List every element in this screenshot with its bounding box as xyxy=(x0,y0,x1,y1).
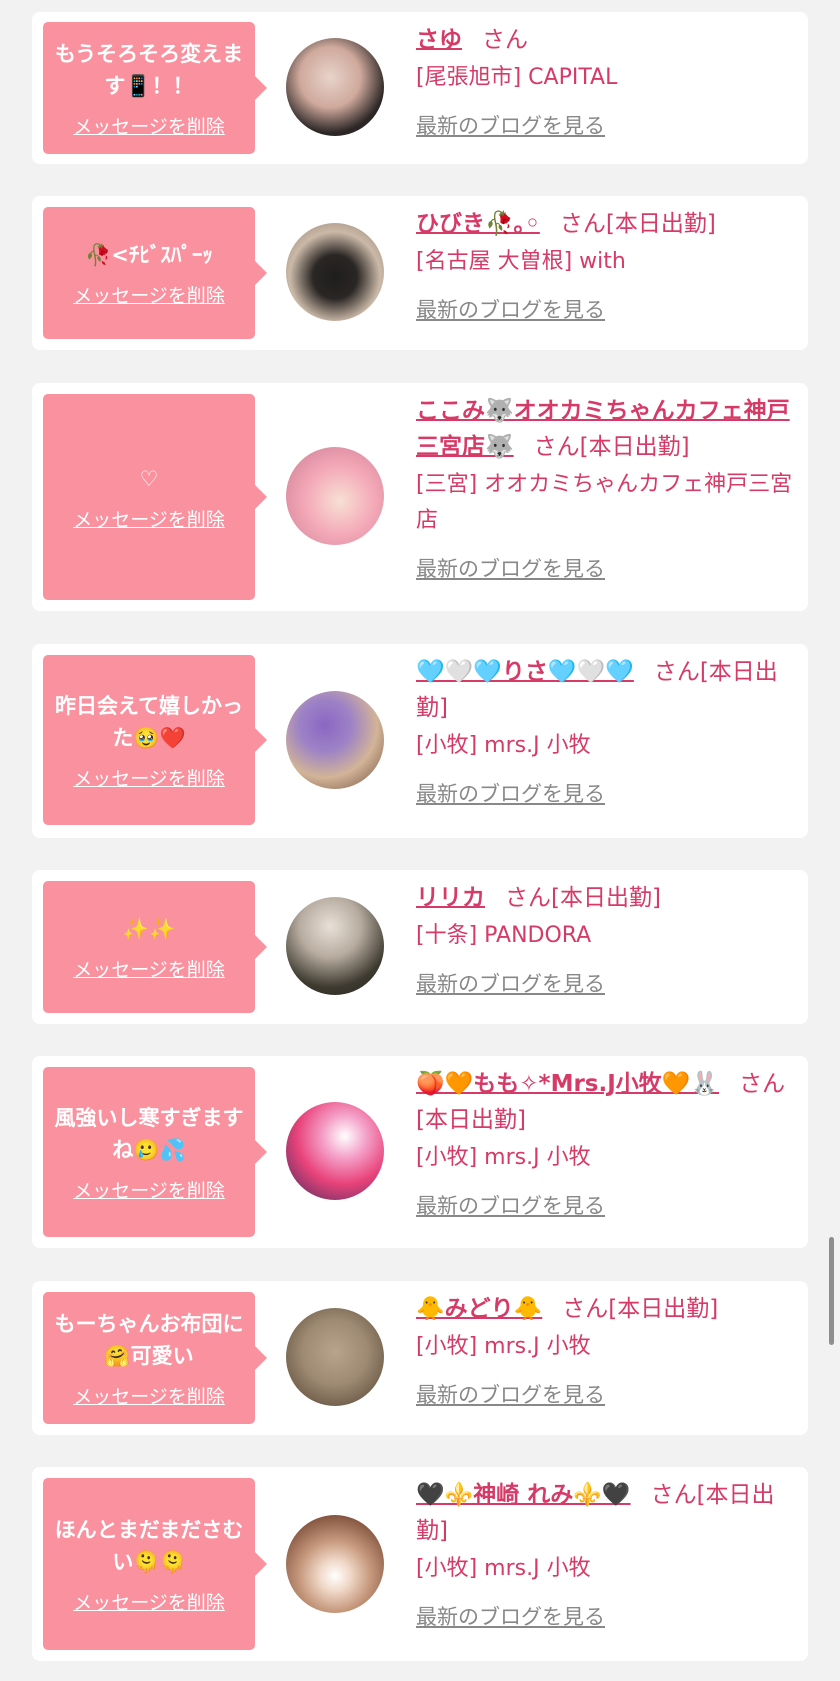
message-text: 風強いし寒すぎますね🥲💦 xyxy=(54,1105,244,1162)
favorite-card: もうそろそろ変えます📱！！ メッセージを削除 さゆ さん [尾張旭市] CAPIT… xyxy=(32,12,808,164)
cast-name-link[interactable]: ひびき🥀｡◦ xyxy=(416,211,540,237)
cast-suffix: さん[本日出勤] xyxy=(533,434,690,460)
delete-message-link[interactable]: メッセージを削除 xyxy=(73,764,225,791)
cast-name-link[interactable]: 🐥みどり🐥 xyxy=(416,1296,542,1322)
cast-suffix: さん xyxy=(482,27,528,53)
delete-message-link[interactable]: メッセージを削除 xyxy=(73,1382,225,1409)
shop-label: [小牧] mrs.J 小牧 xyxy=(416,733,591,758)
latest-blog-link[interactable]: 最新のブログを見る xyxy=(416,553,605,583)
cast-name-link[interactable]: リリカ xyxy=(416,885,485,911)
favorite-card: もーちゃんお布団に🤗可愛い メッセージを削除 🐥みどり🐥 さん[本日出勤] [小牧… xyxy=(32,1281,808,1435)
favorite-card: ♡ メッセージを削除 ここみ🐺オオカミちゃんカフェ神戸三宮店🐺 さん[本日出勤] … xyxy=(32,383,808,611)
favorite-card: 🥀<ﾁﾋﾞｽﾊﾟｰｯ メッセージを削除 ひびき🥀｡◦ さん[本日出勤] [名古屋 … xyxy=(32,196,808,350)
favorite-card: ✨✨ メッセージを削除 リリカ さん[本日出勤] [十条] PANDORA 最新の… xyxy=(32,870,808,1024)
cast-info: 🐥みどり🐥 さん[本日出勤] [小牧] mrs.J 小牧 最新のブログを見る xyxy=(416,1291,796,1409)
latest-blog-link[interactable]: 最新のブログを見る xyxy=(416,1190,605,1220)
message-text: もうそろそろ変えます📱！！ xyxy=(54,41,244,98)
name-line: リリカ さん[本日出勤] xyxy=(416,880,796,916)
name-line: ここみ🐺オオカミちゃんカフェ神戸三宮店🐺 さん[本日出勤] xyxy=(416,393,796,465)
cast-suffix: さん[本日出勤] xyxy=(562,1296,719,1322)
delete-message-link[interactable]: メッセージを削除 xyxy=(73,1176,225,1203)
cast-name-link[interactable]: 🍑🧡もも✧*Mrs.J小牧🧡🐰 xyxy=(416,1071,719,1097)
cast-name-link[interactable]: 🖤⚜️神崎 れみ⚜️🖤 xyxy=(416,1482,631,1508)
delete-message-link[interactable]: メッセージを削除 xyxy=(73,281,225,308)
latest-blog-link[interactable]: 最新のブログを見る xyxy=(416,1601,605,1631)
avatar[interactable] xyxy=(286,1308,384,1406)
favorite-card: 昨日会えて嬉しかった🥹❤️ メッセージを削除 🩵🤍🩵りさ🩵🤍🩵 さん[本日出勤] … xyxy=(32,644,808,838)
message-text: ✨✨ xyxy=(122,916,176,941)
cast-info: 🩵🤍🩵りさ🩵🤍🩵 さん[本日出勤] [小牧] mrs.J 小牧 最新のブログを見る xyxy=(416,654,796,808)
message-bubble: 昨日会えて嬉しかった🥹❤️ メッセージを削除 xyxy=(43,655,267,825)
cast-info: 🖤⚜️神崎 れみ⚜️🖤 さん[本日出勤] [小牧] mrs.J 小牧 最新のブログ… xyxy=(416,1477,796,1631)
name-line: さゆ さん xyxy=(416,22,796,58)
cast-info: さゆ さん [尾張旭市] CAPITAL 最新のブログを見る xyxy=(416,22,796,140)
message-bubble: ほんとまだまださむい🫠🫠 メッセージを削除 xyxy=(43,1478,267,1650)
message-bubble: もーちゃんお布団に🤗可愛い メッセージを削除 xyxy=(43,1292,267,1424)
avatar[interactable] xyxy=(286,447,384,545)
cast-name-link[interactable]: 🩵🤍🩵りさ🩵🤍🩵 xyxy=(416,659,634,685)
avatar[interactable] xyxy=(286,897,384,995)
name-line: 🍑🧡もも✧*Mrs.J小牧🧡🐰 さん[本日出勤] xyxy=(416,1066,796,1138)
name-line: 🖤⚜️神崎 れみ⚜️🖤 さん[本日出勤] xyxy=(416,1477,796,1549)
message-bubble: ✨✨ メッセージを削除 xyxy=(43,881,267,1013)
shop-label: [小牧] mrs.J 小牧 xyxy=(416,1145,591,1170)
cast-info: ひびき🥀｡◦ さん[本日出勤] [名古屋 大曽根] with 最新のブログを見る xyxy=(416,206,796,324)
latest-blog-link[interactable]: 最新のブログを見る xyxy=(416,1379,605,1409)
shop-label: [小牧] mrs.J 小牧 xyxy=(416,1334,591,1359)
shop-label: [小牧] mrs.J 小牧 xyxy=(416,1556,591,1581)
shop-label: [名古屋 大曽根] with xyxy=(416,249,626,274)
shop-label: [三宮] オオカミちゃんカフェ神戸三宮店 xyxy=(416,472,793,533)
message-text: 昨日会えて嬉しかった🥹❤️ xyxy=(55,693,243,750)
message-text: 🥀<ﾁﾋﾞｽﾊﾟｰｯ xyxy=(85,242,213,267)
cast-suffix: さん[本日出勤] xyxy=(559,211,716,237)
latest-blog-link[interactable]: 最新のブログを見る xyxy=(416,778,605,808)
name-line: ひびき🥀｡◦ さん[本日出勤] xyxy=(416,206,796,242)
message-bubble: 風強いし寒すぎますね🥲💦 メッセージを削除 xyxy=(43,1067,267,1237)
shop-label: [尾張旭市] CAPITAL xyxy=(416,65,618,90)
name-line: 🩵🤍🩵りさ🩵🤍🩵 さん[本日出勤] xyxy=(416,654,796,726)
cast-info: リリカ さん[本日出勤] [十条] PANDORA 最新のブログを見る xyxy=(416,880,796,998)
message-text: もーちゃんお布団に🤗可愛い xyxy=(54,1311,244,1368)
latest-blog-link[interactable]: 最新のブログを見る xyxy=(416,110,605,140)
delete-message-link[interactable]: メッセージを削除 xyxy=(73,1588,225,1615)
name-line: 🐥みどり🐥 さん[本日出勤] xyxy=(416,1291,796,1327)
delete-message-link[interactable]: メッセージを削除 xyxy=(73,955,225,982)
message-text: ほんとまだまださむい🫠🫠 xyxy=(54,1517,244,1574)
favorite-card: ほんとまだまださむい🫠🫠 メッセージを削除 🖤⚜️神崎 れみ⚜️🖤 さん[本日出勤… xyxy=(32,1467,808,1661)
message-bubble: もうそろそろ変えます📱！！ メッセージを削除 xyxy=(43,22,267,154)
avatar[interactable] xyxy=(286,1102,384,1200)
latest-blog-link[interactable]: 最新のブログを見る xyxy=(416,968,605,998)
cast-info: ここみ🐺オオカミちゃんカフェ神戸三宮店🐺 さん[本日出勤] [三宮] オオカミちゃ… xyxy=(416,393,796,583)
avatar[interactable] xyxy=(286,691,384,789)
cast-info: 🍑🧡もも✧*Mrs.J小牧🧡🐰 さん[本日出勤] [小牧] mrs.J 小牧 最新… xyxy=(416,1066,796,1220)
avatar[interactable] xyxy=(286,1515,384,1613)
cast-suffix: さん[本日出勤] xyxy=(505,885,661,911)
avatar[interactable] xyxy=(286,38,384,136)
scrollbar[interactable] xyxy=(829,1237,834,1345)
message-bubble: ♡ メッセージを削除 xyxy=(43,394,267,600)
delete-message-link[interactable]: メッセージを削除 xyxy=(73,505,225,532)
favorite-card: 風強いし寒すぎますね🥲💦 メッセージを削除 🍑🧡もも✧*Mrs.J小牧🧡🐰 さん[… xyxy=(32,1056,808,1248)
shop-label: [十条] PANDORA xyxy=(416,923,592,948)
message-bubble: 🥀<ﾁﾋﾞｽﾊﾟｰｯ メッセージを削除 xyxy=(43,207,267,339)
avatar[interactable] xyxy=(286,223,384,321)
delete-message-link[interactable]: メッセージを削除 xyxy=(73,112,225,139)
latest-blog-link[interactable]: 最新のブログを見る xyxy=(416,294,605,324)
message-text: ♡ xyxy=(139,466,159,491)
cast-name-link[interactable]: さゆ xyxy=(416,27,462,53)
